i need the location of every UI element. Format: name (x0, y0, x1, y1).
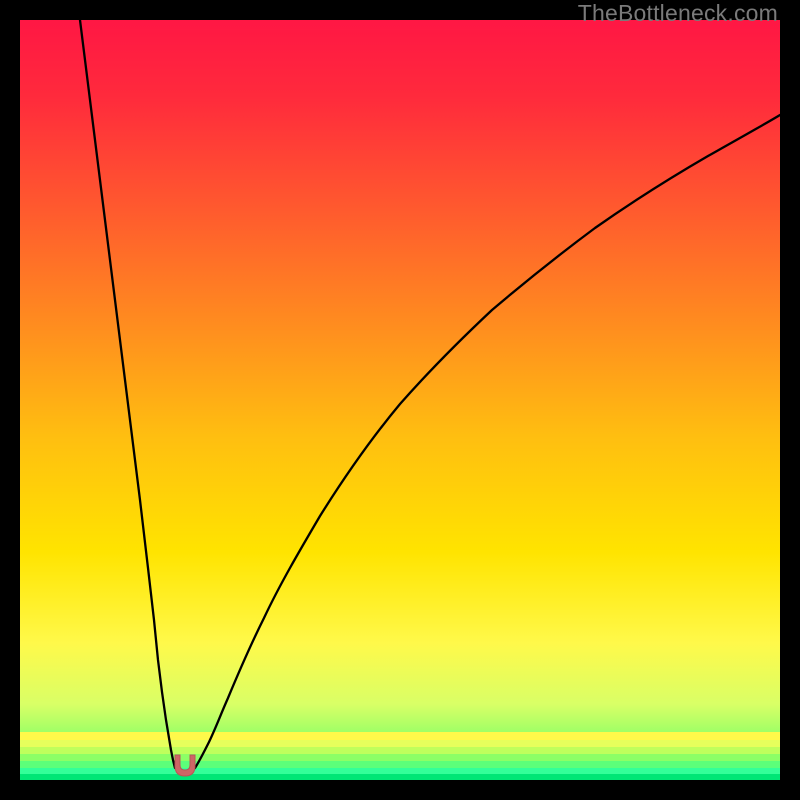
plot-area (20, 20, 780, 780)
curve-right-branch (195, 115, 780, 768)
cusp-marker-icon (175, 755, 195, 776)
chart-frame: TheBottleneck.com (0, 0, 800, 800)
watermark-text: TheBottleneck.com (578, 0, 778, 27)
curve-layer (20, 20, 780, 780)
curve-left-branch (80, 20, 175, 768)
